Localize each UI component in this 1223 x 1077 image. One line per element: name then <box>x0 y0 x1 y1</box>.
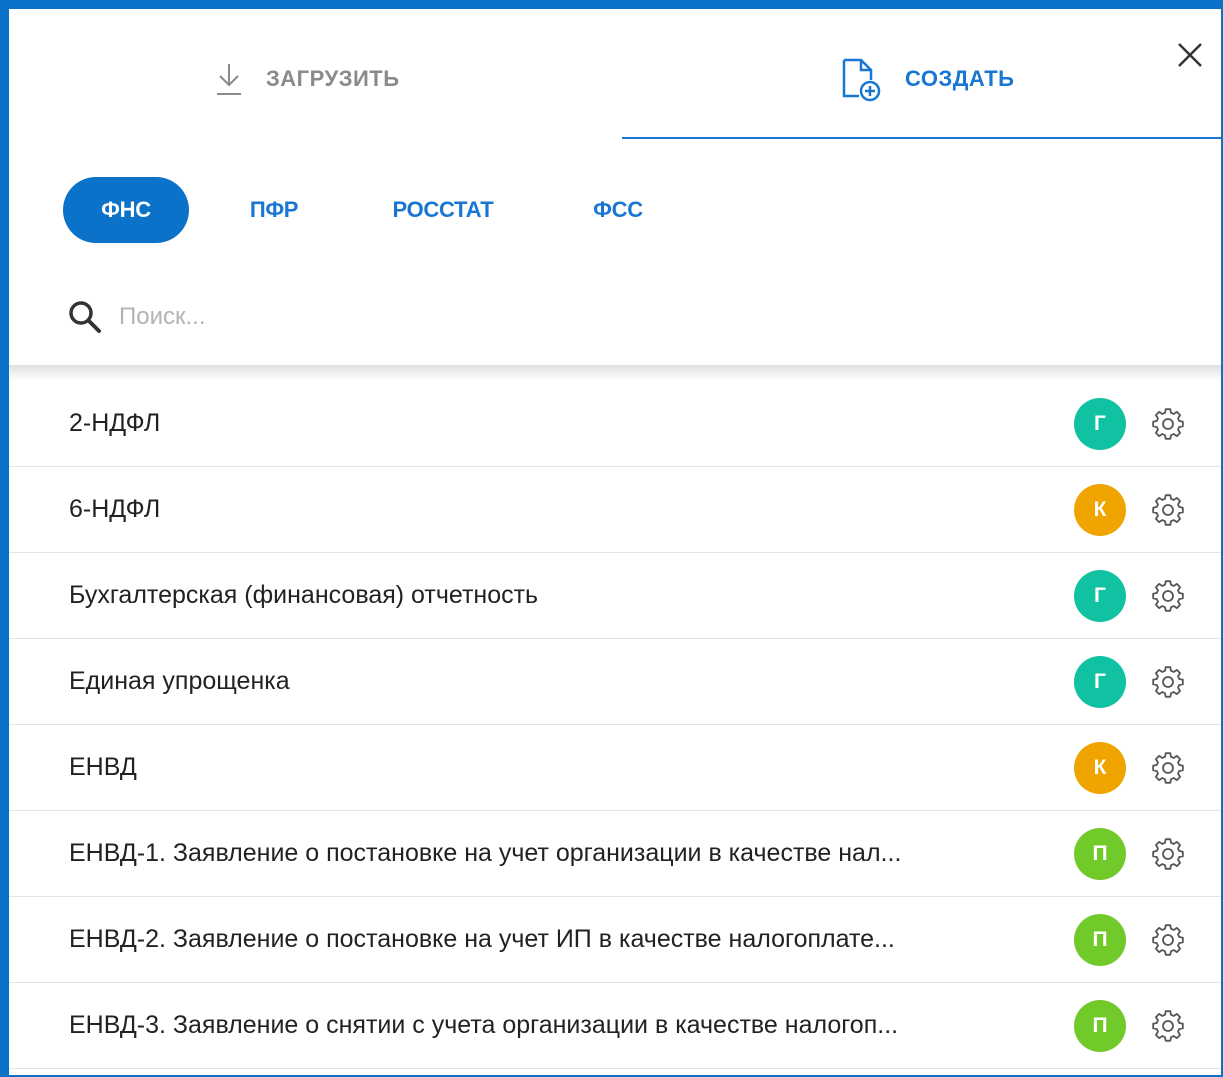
gear-icon[interactable] <box>1150 664 1186 700</box>
list-item[interactable]: Единая упрощенка Г <box>9 639 1221 725</box>
chip-pfr[interactable]: ПФР <box>239 177 309 243</box>
list-item-label: ЕНВД-1. Заявление о постановке на учет о… <box>69 839 902 867</box>
status-badge: П <box>1074 913 1126 966</box>
active-tab-indicator <box>622 137 1221 139</box>
gear-icon[interactable] <box>1150 836 1186 872</box>
report-list: 2-НДФЛ Г 6-НДФЛ К Бухгалтерская (финансо… <box>9 381 1221 1069</box>
search-bar <box>67 297 1167 337</box>
close-button[interactable] <box>1172 37 1208 73</box>
list-item-label: Единая упрощенка <box>69 667 290 695</box>
gear-icon[interactable] <box>1150 1008 1186 1044</box>
list-item[interactable]: ЕНВД-2. Заявление о постановке на учет И… <box>9 897 1221 983</box>
create-document-icon <box>839 56 883 102</box>
status-badge: Г <box>1074 397 1126 450</box>
list-item-label: ЕНВД-2. Заявление о постановке на учет И… <box>69 925 895 953</box>
gear-icon[interactable] <box>1150 922 1186 958</box>
list-item-label: 6-НДФЛ <box>69 495 161 523</box>
status-badge: К <box>1074 741 1126 794</box>
status-badge: П <box>1074 827 1126 880</box>
gear-icon[interactable] <box>1150 578 1186 614</box>
list-item-label: Бухгалтерская (финансовая) отчетность <box>69 581 539 609</box>
tab-create-label: СОЗДАТЬ <box>905 66 1015 91</box>
close-icon <box>1178 43 1202 67</box>
list-item[interactable]: 6-НДФЛ К <box>9 467 1221 553</box>
gear-icon[interactable] <box>1150 406 1186 442</box>
list-item[interactable]: 2-НДФЛ Г <box>9 381 1221 467</box>
status-badge: Г <box>1074 655 1126 708</box>
tab-create[interactable]: СОЗДАТЬ <box>839 49 1014 109</box>
status-badge: К <box>1074 483 1126 536</box>
gear-icon[interactable] <box>1150 492 1186 528</box>
download-icon <box>214 61 244 97</box>
tab-upload[interactable]: ЗАГРУЗИТЬ <box>214 49 400 109</box>
status-badge: П <box>1074 999 1126 1052</box>
list-item[interactable]: ЕНВД-1. Заявление о постановке на учет о… <box>9 811 1221 897</box>
list-item-label: ЕНВД <box>69 753 137 781</box>
chip-rosstat[interactable]: РОССТАТ <box>383 177 503 243</box>
create-report-dialog: ЗАГРУЗИТЬ СОЗДАТЬ ФНС ПФР РОССТАТ ФСС По… <box>0 0 1223 1077</box>
status-badge: Г <box>1074 569 1126 622</box>
list-item-label: 2-НДФЛ <box>69 409 161 437</box>
search-icon <box>69 301 101 333</box>
tab-bar: ЗАГРУЗИТЬ СОЗДАТЬ <box>9 9 1221 149</box>
list-item[interactable]: ЕНВД К <box>9 725 1221 811</box>
tab-upload-label: ЗАГРУЗИТЬ <box>266 66 400 91</box>
chip-fss[interactable]: ФСС <box>583 177 653 243</box>
search-input[interactable] <box>119 303 1019 331</box>
list-item[interactable]: ЕНВД-3. Заявление о снятии с учета орган… <box>9 983 1221 1069</box>
list-item-label: ЕНВД-3. Заявление о снятии с учета орган… <box>69 1011 899 1039</box>
gear-icon[interactable] <box>1150 750 1186 786</box>
list-item[interactable]: Бухгалтерская (финансовая) отчетность Г <box>9 553 1221 639</box>
chip-fns[interactable]: ФНС <box>63 177 189 243</box>
header-divider-shadow <box>9 365 1221 381</box>
